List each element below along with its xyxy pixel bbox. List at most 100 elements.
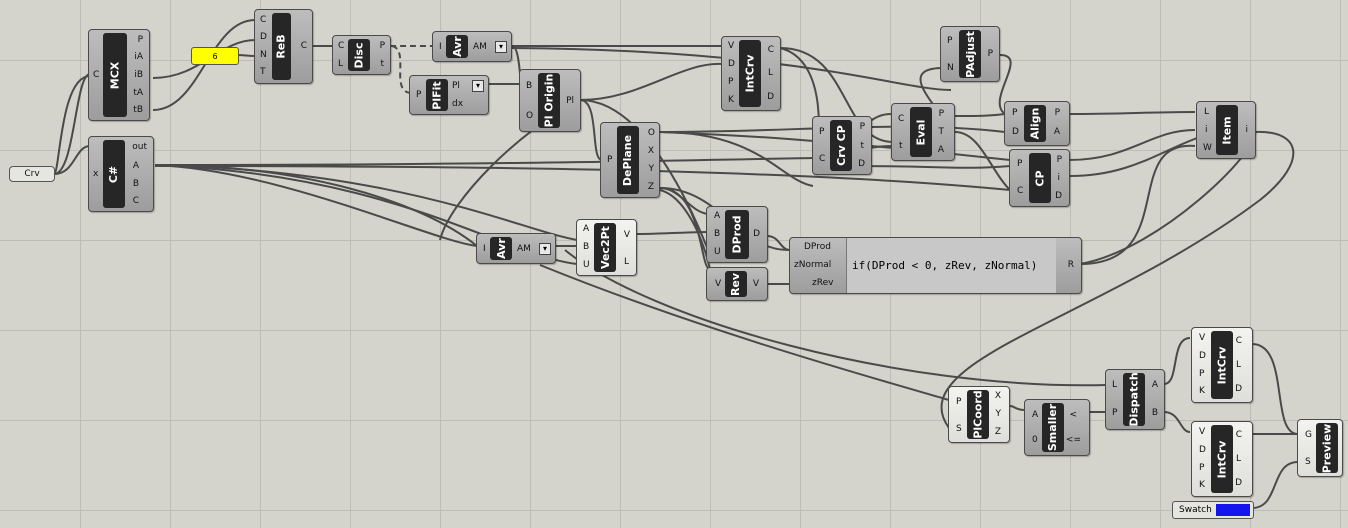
preview-component[interactable]: G S Preview — [1297, 419, 1343, 477]
intcrv-component-1[interactable]: V D P K IntCrv C L D — [721, 36, 781, 111]
deplane-output-z: Z — [647, 182, 654, 192]
reb-component[interactable]: C D N T ReB C — [254, 9, 313, 84]
expression-component[interactable]: DProd zNormal zRev if(DProd < 0, zRev, z… — [789, 237, 1082, 294]
item-component[interactable]: L i W Item i — [1196, 101, 1256, 159]
reb-input-t: T — [260, 67, 266, 77]
intcrv1-core: IntCrv — [739, 40, 761, 107]
vec2pt-core: Vec2Pt — [594, 223, 616, 272]
crvcp-component[interactable]: P C Crv CP P t D — [812, 116, 872, 175]
dispatch-component[interactable]: L P Dispatch A B — [1105, 369, 1165, 430]
cp-output-p: P — [1056, 155, 1062, 165]
avr1-input-i: I — [439, 42, 442, 52]
item-input-w: W — [1203, 143, 1212, 153]
dprod-core: DProd — [725, 210, 749, 259]
avr2-dropdown-icon[interactable]: ▾ — [539, 243, 551, 255]
expr-input-znormal: zNormal — [794, 260, 832, 270]
dispatch-input-l: L — [1112, 380, 1118, 390]
intcrv3-output-l: L — [1235, 454, 1241, 464]
crv-param[interactable]: Crv — [9, 166, 55, 182]
csharp-output-out: out — [132, 142, 147, 152]
mcx-output-p: P — [137, 35, 143, 45]
vec2pt-output-v: V — [623, 230, 630, 240]
plcoord-core: PlCoord — [967, 390, 989, 439]
mcx-name: MCX — [108, 61, 122, 89]
align-input-d: D — [1012, 127, 1019, 137]
eval-component[interactable]: C t Eval P T A — [891, 103, 955, 161]
swatch-param[interactable]: Swatch — [1172, 501, 1254, 519]
avr2-input-i: I — [483, 244, 486, 254]
padjust-input-p: P — [947, 36, 953, 46]
avr2-output-am: AM — [517, 244, 531, 254]
dprod-input-b: B — [714, 229, 721, 239]
eval-output-a: A — [937, 145, 944, 155]
intcrv3-input-k: K — [1199, 480, 1205, 490]
avr1-output-am: AM — [473, 42, 487, 52]
rev-component[interactable]: V Rev V — [706, 267, 768, 301]
avr-component-1[interactable]: I Avr AM ▾ — [432, 31, 512, 62]
intcrv2-input-p: P — [1199, 369, 1205, 379]
cp-component[interactable]: P C CP P i D — [1009, 149, 1070, 207]
plorigin-output-pl: Pl — [566, 96, 574, 106]
smaller-core: Smaller — [1042, 403, 1064, 452]
padjust-input-n: N — [947, 63, 954, 73]
dprod-input-a: A — [714, 211, 721, 221]
rev-name: Rev — [729, 272, 743, 296]
item-input-i: i — [1205, 125, 1208, 135]
plfit-output-dx: dx — [452, 99, 464, 109]
align-input-p: P — [1012, 108, 1018, 118]
avr-component-2[interactable]: I Avr AM ▾ — [476, 233, 556, 264]
preview-core: Preview — [1316, 423, 1338, 473]
deplane-output-o: O — [647, 128, 655, 138]
cp-output-i: i — [1057, 173, 1060, 183]
avr1-core: Avr — [446, 35, 468, 58]
smaller-component[interactable]: A 0 Smaller < <= — [1024, 399, 1090, 456]
mcx-component[interactable]: C MCX P iA iB tA tB — [88, 29, 150, 121]
intcrv-component-3[interactable]: V D P K IntCrv C L D — [1191, 421, 1253, 497]
eval-name: Eval — [914, 119, 928, 145]
disc-core: Disc — [348, 39, 370, 71]
vec2pt-component[interactable]: A B U Vec2Pt V L — [576, 219, 637, 276]
reb-input-d: D — [260, 32, 267, 42]
align-component[interactable]: P D Align P A — [1004, 101, 1070, 146]
plfit-dropdown-icon[interactable]: ▾ — [472, 80, 484, 92]
padjust-component[interactable]: P N PAdjust P — [940, 26, 1000, 82]
avr2-core: Avr — [490, 237, 512, 260]
preview-input-g: G — [1305, 430, 1312, 440]
deplane-name: DePlane — [621, 134, 635, 186]
smaller-input-0: 0 — [1032, 435, 1038, 445]
expression-text: if(DProd < 0, zRev, zNormal) — [846, 238, 1056, 293]
plfit-component[interactable]: P PlFit Pl dx ▾ — [409, 75, 489, 115]
csharp-component[interactable]: x C# out A B C — [88, 136, 154, 212]
mcx-input-c: C — [93, 70, 100, 80]
dprod-output-d: D — [753, 229, 760, 239]
crv-label: Crv — [24, 169, 40, 179]
intcrv1-output-d: D — [767, 92, 774, 102]
plcoord-input-s: S — [956, 424, 962, 434]
avr1-name: Avr — [450, 36, 464, 57]
swatch-color-box[interactable] — [1216, 504, 1250, 516]
intcrv2-output-d: D — [1235, 384, 1242, 394]
dprod-component[interactable]: A B U DProd D — [706, 206, 768, 263]
item-input-l: L — [1204, 107, 1210, 117]
align-output-p: P — [1054, 108, 1060, 118]
align-output-a: A — [1053, 127, 1060, 137]
slider-value: 6 — [212, 51, 218, 61]
item-name: Item — [1220, 115, 1234, 145]
number-slider[interactable]: 6 — [191, 47, 239, 65]
plfit-name: PlFit — [430, 80, 444, 110]
intcrv2-input-v: V — [1199, 333, 1206, 343]
smaller-output-lt: < — [1069, 410, 1077, 420]
reb-input-n: N — [260, 50, 267, 60]
plorigin-component[interactable]: B O Pl Origin Pl — [519, 69, 581, 132]
deplane-input-p: P — [607, 155, 613, 165]
vec2pt-input-u: U — [583, 260, 590, 270]
plorigin-input-b: B — [526, 81, 533, 91]
avr1-dropdown-icon[interactable]: ▾ — [495, 41, 507, 53]
intcrv-component-2[interactable]: V D P K IntCrv C L D — [1191, 327, 1253, 403]
plorigin-input-o: O — [526, 111, 534, 121]
padjust-name: PAdjust — [963, 30, 977, 78]
deplane-component[interactable]: P DePlane O X Y Z — [600, 122, 660, 198]
swatch-label: Swatch — [1179, 505, 1212, 515]
disc-component[interactable]: C L Disc P t — [332, 35, 391, 75]
plcoord-component[interactable]: P S PlCoord X Y Z — [948, 386, 1010, 443]
